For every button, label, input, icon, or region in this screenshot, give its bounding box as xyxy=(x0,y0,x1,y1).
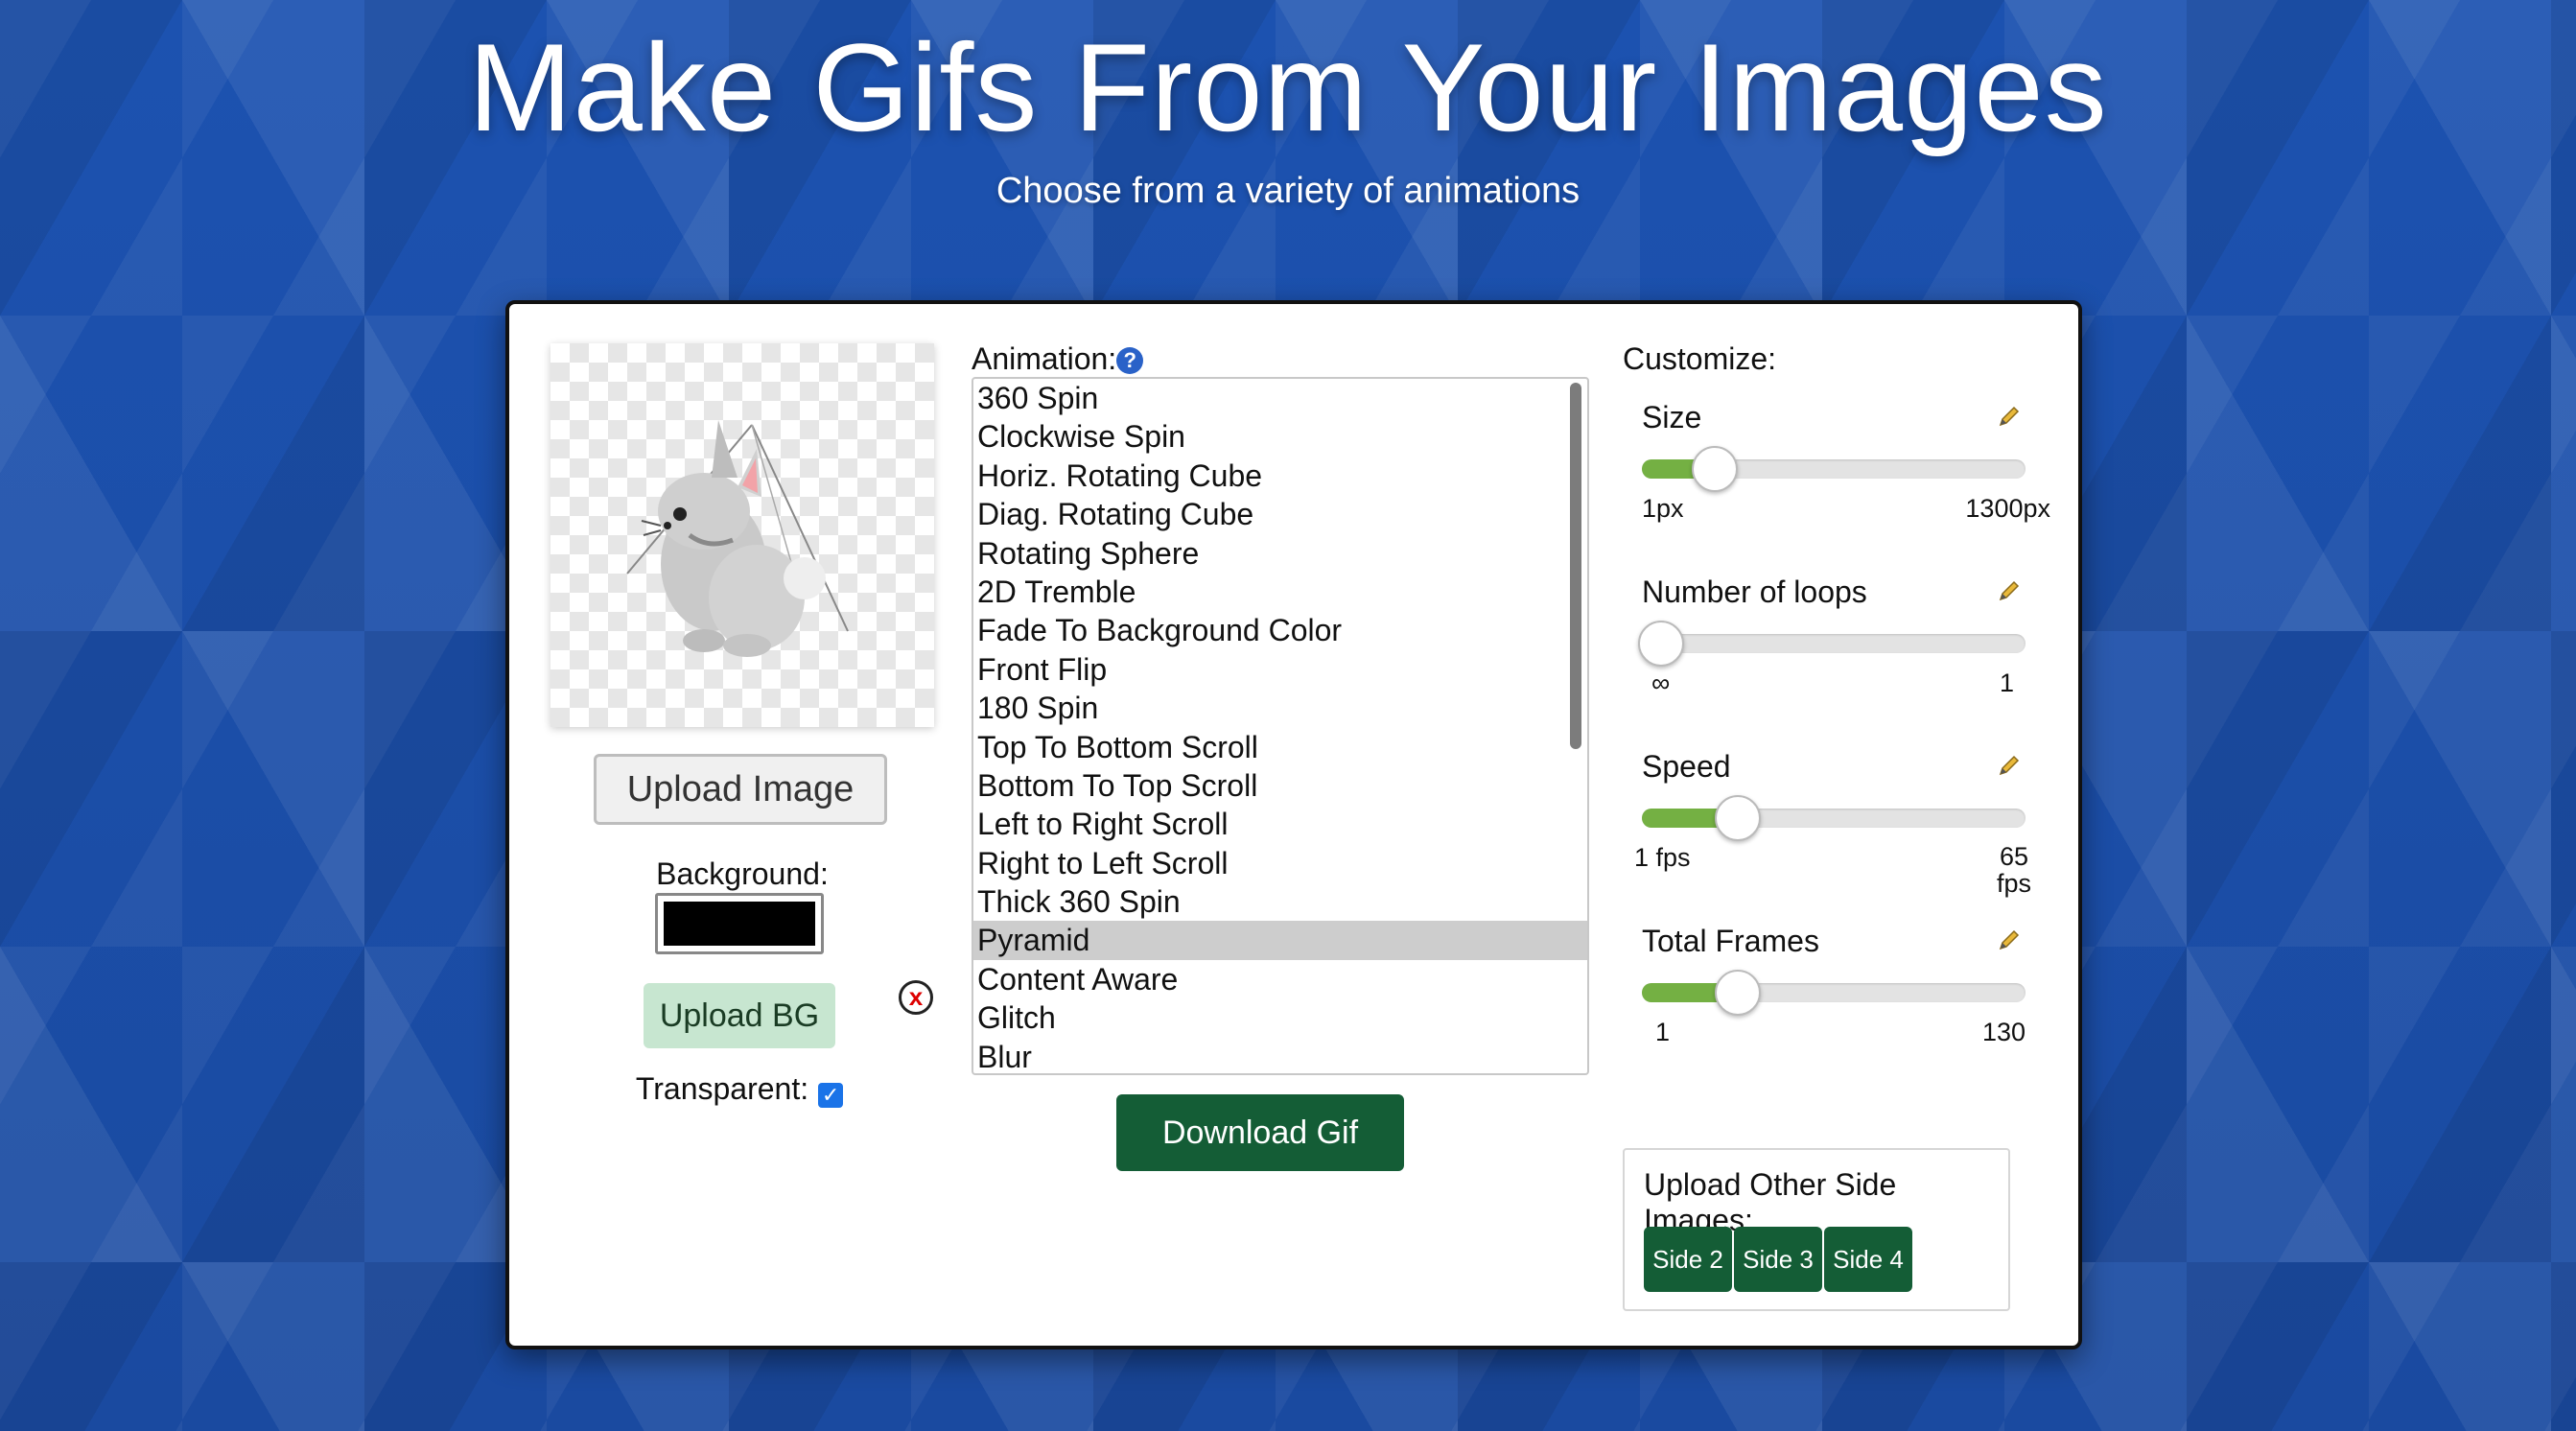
transparent-checkbox[interactable]: ✓ xyxy=(818,1083,844,1108)
upload-bg-button[interactable]: Upload BG xyxy=(644,983,835,1048)
transparent-row: Transparent: ✓ xyxy=(548,1071,931,1108)
size-slider-knob[interactable] xyxy=(1692,446,1738,492)
animation-option[interactable]: Left to Right Scroll xyxy=(973,805,1587,843)
size-slider[interactable] xyxy=(1642,446,2026,492)
animation-option[interactable]: Top To Bottom Scroll xyxy=(973,728,1587,766)
speed-max-value: 65 xyxy=(1999,842,2028,871)
background-color-picker[interactable] xyxy=(655,893,824,954)
animation-listbox[interactable]: 360 Spin Clockwise Spin Horiz. Rotating Cu… xyxy=(972,377,1589,1075)
animation-option[interactable]: Front Flip xyxy=(973,650,1587,689)
animation-option[interactable]: Rotating Sphere xyxy=(973,534,1587,573)
animation-option[interactable]: Fade To Background Color xyxy=(973,611,1587,649)
loops-slider-knob[interactable] xyxy=(1638,621,1684,667)
bunny-preview-image xyxy=(626,420,849,657)
side-4-button[interactable]: Side 4 xyxy=(1824,1227,1912,1292)
animation-option[interactable]: Thick 360 Spin xyxy=(973,882,1587,921)
color-swatch xyxy=(664,902,815,946)
animation-option[interactable]: Blur xyxy=(973,1038,1587,1073)
loops-title: Number of loops xyxy=(1642,575,1867,609)
loops-max: 1 xyxy=(1999,669,2014,697)
speed-slider-block: Speed 1 fps 65 fps xyxy=(1634,747,2031,897)
background-label: Background: xyxy=(656,856,829,891)
animation-label-text: Animation: xyxy=(972,341,1117,376)
animation-option[interactable]: 2D Tremble xyxy=(973,573,1587,611)
animation-option[interactable]: Diag. Rotating Cube xyxy=(973,495,1587,533)
size-min: 1px xyxy=(1642,494,1684,523)
transparent-label: Transparent: xyxy=(635,1071,809,1106)
remove-bg-icon[interactable]: x xyxy=(899,980,933,1015)
size-title: Size xyxy=(1642,400,1702,434)
customize-label: Customize: xyxy=(1623,341,1777,376)
pencil-icon[interactable] xyxy=(1995,576,2024,605)
scrollbar-thumb[interactable] xyxy=(1570,383,1581,749)
frames-title: Total Frames xyxy=(1642,924,1819,958)
speed-title: Speed xyxy=(1642,749,1731,784)
pencil-icon[interactable] xyxy=(1995,402,2024,431)
hero-header: Make Gifs From Your Images Choose from a… xyxy=(0,0,2576,212)
speed-slider-knob[interactable] xyxy=(1715,795,1761,841)
frames-max: 130 xyxy=(1981,1018,2026,1046)
speed-min: 1 fps xyxy=(1634,843,1691,872)
loops-slider-block: Number of loops ∞ 1 xyxy=(1638,573,2026,697)
upload-image-button[interactable]: Upload Image xyxy=(594,754,887,825)
animation-option[interactable]: 360 Spin xyxy=(973,379,1587,417)
animation-option[interactable]: 180 Spin xyxy=(973,689,1587,727)
speed-max: 65 fps xyxy=(1997,843,2031,897)
animation-option[interactable]: Glitch xyxy=(973,998,1587,1037)
speed-slider[interactable] xyxy=(1642,795,2026,841)
image-preview xyxy=(550,343,934,727)
loops-min: ∞ xyxy=(1651,669,1671,697)
frames-slider[interactable] xyxy=(1642,970,2026,1016)
animation-option[interactable]: Horiz. Rotating Cube xyxy=(973,457,1587,495)
download-gif-button[interactable]: Download Gif xyxy=(1116,1094,1404,1171)
other-sides-panel: Upload Other Side Images: Side 2 Side 3 … xyxy=(1623,1148,2010,1311)
animation-option[interactable]: Right to Left Scroll xyxy=(973,844,1587,882)
speed-max-unit: fps xyxy=(1996,869,2031,898)
frames-slider-block: Total Frames 1 130 xyxy=(1642,922,2026,1046)
animation-option[interactable]: Bottom To Top Scroll xyxy=(973,766,1587,805)
animation-label: Animation:? xyxy=(972,341,1144,377)
editor-card: Upload Image Background: Upload BG x Tra… xyxy=(505,300,2082,1349)
side-2-button[interactable]: Side 2 xyxy=(1644,1227,1732,1292)
size-max: 1300px xyxy=(1965,494,2050,523)
size-slider-block: Size 1px 1300px xyxy=(1642,398,2050,523)
page-title: Make Gifs From Your Images xyxy=(468,17,2108,157)
animation-option[interactable]: Pyramid xyxy=(973,921,1587,960)
animation-option[interactable]: Content Aware xyxy=(973,960,1587,998)
loops-slider[interactable] xyxy=(1638,621,2026,667)
help-icon[interactable]: ? xyxy=(1116,347,1144,374)
frames-slider-knob[interactable] xyxy=(1715,970,1761,1016)
pencil-icon[interactable] xyxy=(1995,751,2024,780)
frames-min: 1 xyxy=(1655,1018,1671,1046)
pencil-icon[interactable] xyxy=(1995,926,2024,954)
animation-option[interactable]: Clockwise Spin xyxy=(973,417,1587,456)
page-subtitle: Choose from a variety of animations xyxy=(995,171,1581,211)
side-3-button[interactable]: Side 3 xyxy=(1734,1227,1822,1292)
